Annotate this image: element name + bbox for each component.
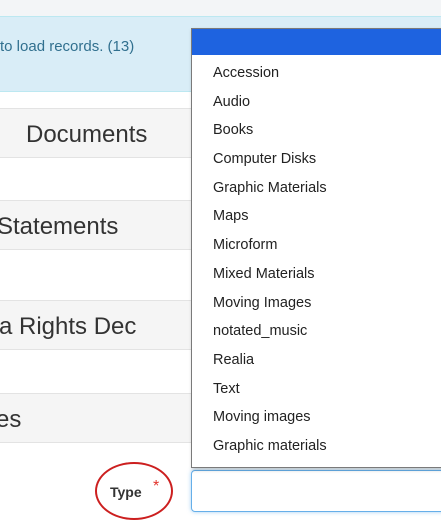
- option-accession[interactable]: Accession: [192, 59, 441, 88]
- annotation-circle: [95, 462, 173, 520]
- option-moving-images[interactable]: Moving Images: [192, 289, 441, 318]
- option-graphic-materials[interactable]: Graphic Materials: [192, 174, 441, 203]
- section-rights-declaration[interactable]: a Rights Dec: [0, 300, 215, 350]
- section-statements[interactable]: Statements: [0, 200, 215, 250]
- option-audio[interactable]: Audio: [192, 88, 441, 117]
- option-computer-disks[interactable]: Computer Disks: [192, 145, 441, 174]
- option-realia[interactable]: Realia: [192, 346, 441, 375]
- section-title-statements: Statements: [0, 213, 119, 240]
- option-notated-music[interactable]: notated_music: [192, 317, 441, 346]
- section-title-notes: es: [0, 406, 22, 433]
- type-select[interactable]: [191, 470, 441, 512]
- option-moving-images-lower[interactable]: Moving images: [192, 403, 441, 432]
- option-maps[interactable]: Maps: [192, 202, 441, 231]
- option-text[interactable]: Text: [192, 375, 441, 404]
- alert-message: to load records. (13): [0, 38, 135, 55]
- top-strip: [0, 0, 441, 16]
- option-microform[interactable]: Microform: [192, 231, 441, 260]
- option-graphic-materials-lower[interactable]: Graphic materials: [192, 432, 441, 461]
- dropdown-options: Accession Audio Books Computer Disks Gra…: [192, 55, 441, 461]
- section-title-documents: Documents: [26, 121, 148, 148]
- section-notes[interactable]: es: [0, 393, 215, 443]
- dropdown-selected-option[interactable]: [192, 29, 441, 55]
- option-books[interactable]: Books: [192, 116, 441, 145]
- section-title-rights: a Rights Dec: [0, 313, 137, 340]
- section-documents[interactable]: Documents: [0, 108, 215, 158]
- type-dropdown[interactable]: Accession Audio Books Computer Disks Gra…: [191, 28, 441, 468]
- option-mixed-materials[interactable]: Mixed Materials: [192, 260, 441, 289]
